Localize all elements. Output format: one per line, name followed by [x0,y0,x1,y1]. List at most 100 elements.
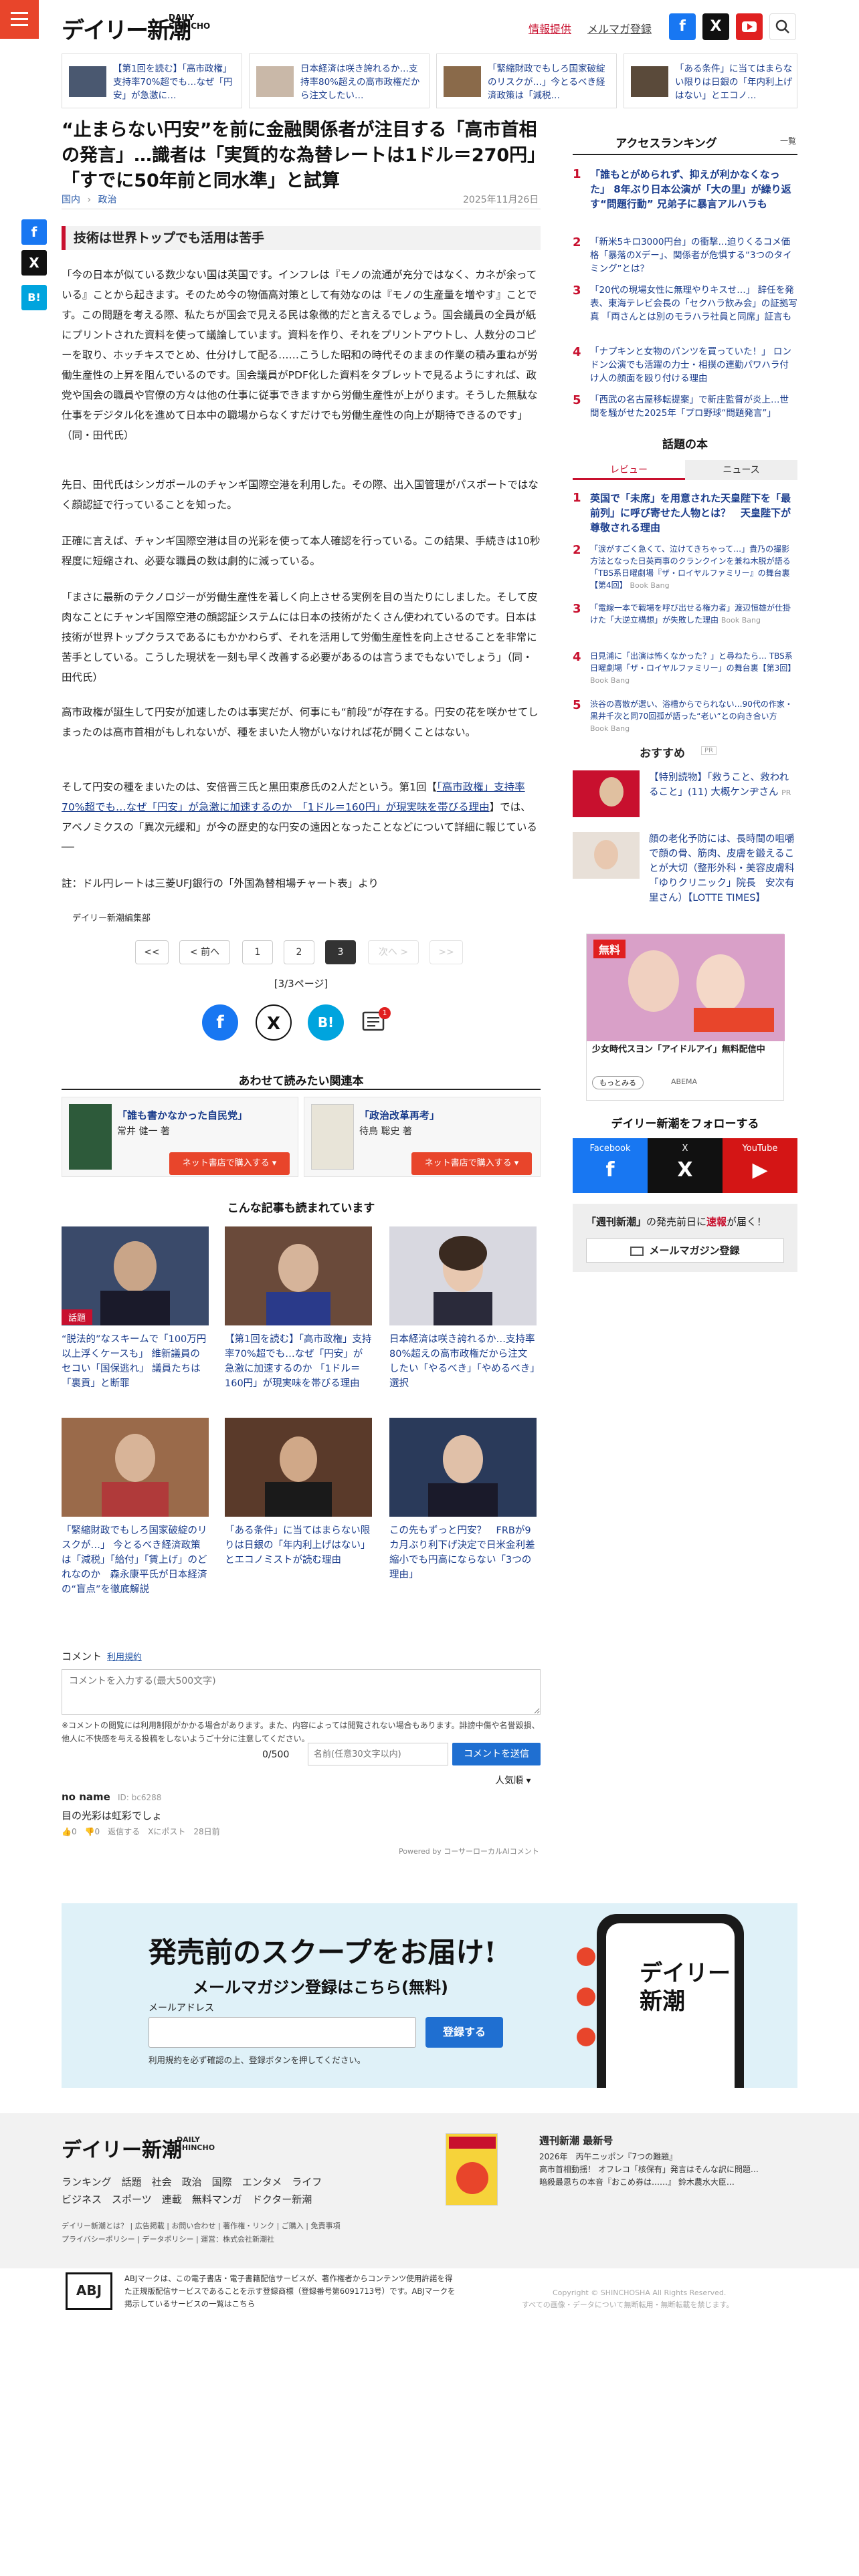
follow-youtube-button[interactable]: YouTube ▶ [723,1138,797,1193]
footer-nav-row-1[interactable]: ランキング 話題 社会 政治 国際 エンタメ ライフ [62,2175,322,2189]
book-author: 待鳥 聡史 著 [359,1126,412,1137]
comment-label: コメント [62,1650,102,1662]
card-image [389,1418,537,1517]
top-related-text: 「緊縮財政でもしろ国家破綻のリスクが…」今とるべき経済政策は「減税… [488,64,605,101]
share-facebook-icon[interactable]: f [21,219,47,245]
card-image [62,1418,209,1517]
site-footer: デイリー新潮 DAILY SHINCHO ランキング 話題 社会 政治 国際 エン… [0,2113,859,2268]
comment-user-name: no name [62,1791,110,1803]
comment-user-id: ID: bc6288 [118,1793,162,1802]
footer-links[interactable]: プライバシーポリシー | データポリシー | 運営：株式会社新潮社 [62,2234,274,2244]
pager-page-1[interactable]: 1 [242,940,273,964]
comment-char-counter: 0/500 [262,1749,290,1760]
comment-note: ※コメントの閲覧には利用制限がかかる場合があります。また、内容によっては閲覧され… [62,1721,540,1743]
mail-promo: 「週刊新潮」の発売前日に速報が届く！ メールマガジン登録 [573,1204,797,1272]
x-icon[interactable]: X [702,13,729,40]
ranking-heading: アクセスランキング [615,137,717,150]
comment-rules-link[interactable]: 利用規約 [107,1650,142,1662]
book-cover [69,1104,112,1170]
breadcrumb-home[interactable]: 国内 [62,195,80,205]
comment-sort-select[interactable]: 人気順 ▾ [495,1774,531,1787]
share-x-icon[interactable]: X [256,1004,292,1041]
tab-review[interactable]: レビュー [573,460,685,480]
facebook-icon: f [605,1158,615,1182]
info-link[interactable]: 情報提供 [529,20,571,36]
footer-logo[interactable]: デイリー新潮 DAILY SHINCHO [62,2133,215,2163]
x-icon: X [677,1158,693,1182]
share-hatena-icon[interactable]: B! [308,1004,344,1041]
recommend-image [573,832,640,879]
top-related-item[interactable]: 日本経済は咲き誇れるか…支持率80%超えの高市政権だから注文したい… [249,53,430,108]
divider [62,1089,541,1090]
top-related-item[interactable]: 「緊縮財政でもしろ国家破綻のリスクが…」今とるべき経済政策は「減税… [436,53,617,108]
top-related-item[interactable]: 「ある条件」に当てはまらない限りは日銀の「年内利上げはない」とエコノ… [624,53,797,108]
pager-prev[interactable]: < 前へ [179,940,230,964]
newsletter-subheadline: メールマガジン登録はこちら(無料) [193,1978,448,1997]
article-paragraph: 正確に言えば、チャンギ国際空港は目の光彩を使って本人確認を行っている。この結果、… [62,535,541,567]
magazine-item[interactable]: 高市首相動揺！ オフレコ「核保有」発言はそんな訳に問題… [539,2163,793,2176]
comment-name-input[interactable] [308,1743,448,1765]
comment-actions[interactable]: 👍0 👎0 返信する Xにポスト 28日前 [62,1826,396,1837]
card-title: “脱法的”なスキームで「100万円以上浮くケースも」 維新議員のセコい「国保逃れ… [62,1334,207,1389]
book-item[interactable]: 「政治改革再考」 待鳥 聡史 著 ネット書店で購入する ▾ [304,1097,541,1177]
recommend-item[interactable]: 顔の老化予防には、長時間の咀嚼で顔の骨、筋肉、皮膚を鍛えることが大切（整形外科・… [573,832,797,926]
newsletter-submit-button[interactable]: 登録する [425,2017,503,2048]
book-cover [311,1104,354,1170]
newsletter-headline: 発売前のスクープをお届け! [149,1936,496,1969]
magazine-cover[interactable] [446,2133,498,2206]
ad-title: 少女時代スヨン「アイドルアイ」無料配信中 [592,1045,765,1055]
card-title: 日本経済は咲き誇れるか…支持率80%超えの高市政権だから注文したい「やるべき」「… [389,1334,535,1389]
footer-links[interactable]: デイリー新潮とは？ | 広告掲載 | お問い合わせ | 著作権・リンク | ご購… [62,2220,341,2231]
card-image [389,1226,537,1325]
footer-nav-row-2[interactable]: ビジネス スポーツ 連載 無料マンガ ドクター新潮 [62,2192,312,2206]
copyright-note: すべての画像・データについて無断転用・無断転載を禁じます。 [522,2300,734,2309]
recommend-item[interactable]: 【特別読物】「救うこと、救われること」(11) 大概ケンヂさん PR [573,770,797,821]
share-hatena-icon[interactable]: B! [21,285,47,310]
facebook-icon[interactable]: f [669,13,696,40]
article-paragraph: 「まさに最新のテクノロジーが労働生産性を著しく向上させる実例を目の当たりにしまし… [62,591,538,683]
editorial-credit: デイリー新潮編集部 [72,914,151,924]
divider [573,154,797,155]
breadcrumb-category[interactable]: 政治 [98,195,117,205]
pager-page-2[interactable]: 2 [284,940,314,964]
book-item[interactable]: 「誰も書かなかった自民党」 常井 健一 著 ネット書店で購入する ▾ [62,1097,298,1177]
article-paragraph: 先日、田代氏はシンガポールのチャンギ国際空港を利用した。その際、出入国管理がパス… [62,479,539,511]
tab-news[interactable]: ニュース [685,460,797,480]
recommend-image [573,770,640,817]
newsletter-email-input[interactable] [149,2017,416,2048]
thumbnail [444,66,481,97]
magazine-item[interactable]: 2026年 丙午ニッポン『7つの難題』 [539,2151,793,2163]
pager-first[interactable]: << [135,940,169,964]
ranking-more-link[interactable]: 一覧 [780,135,796,146]
site-logo[interactable]: デイリー新潮 DAILY SHINCHO [62,12,215,45]
thumbnail [631,66,668,97]
mail-promo-text: 「週刊新潮」の発売前日に速報が届く！ [586,1216,767,1228]
follow-x-button[interactable]: XX [648,1138,723,1193]
abj-notice: ABJマークは、この電子書店・電子書籍配信サービスが、著作権者からコンテンツ使用… [124,2274,456,2309]
ad-more-button[interactable]: もっとみる [592,1076,644,1089]
share-x-icon[interactable]: X [21,250,47,276]
search-icon[interactable] [769,13,796,40]
comment-body: 目の光彩は虹彩でしょ [62,1810,163,1822]
card-title: この先もずっと円安？ FRBが9カ月ぶり利下げ決定で日米金利差縮小でも円高になら… [389,1525,535,1580]
mail-signup-button[interactable]: メールマガジン登録 [586,1239,784,1263]
article-paragraph: そして円安の種をまいたのは、安倍晋三氏と黒田東彦氏の2人だという。第1回【「高市… [62,781,537,853]
follow-facebook-button[interactable]: Facebook f [573,1138,648,1193]
comment-icon[interactable]: 1 [361,1007,391,1038]
pager-page-3-current: 3 [325,940,356,964]
card-image [225,1226,372,1325]
youtube-icon[interactable] [736,13,763,40]
comment-input[interactable] [62,1669,541,1715]
books-heading: あわせて読みたい関連本 [238,1075,364,1088]
top-related-item[interactable]: 【第1回を読む】「高市政権」支持率70%超でも…なぜ「円安」が急激に… [62,53,242,108]
magazine-item[interactable]: 暗殺最恩ちの本音『おこめ券は……』 鈴木農水大臣… [539,2176,793,2189]
share-facebook-icon[interactable]: f [202,1004,238,1041]
newsletter-link[interactable]: メルマガ登録 [587,20,652,36]
menu-button[interactable] [0,0,39,39]
thumbnail [256,66,294,97]
buy-button[interactable]: ネット書店で購入する ▾ [169,1152,290,1175]
buy-button[interactable]: ネット書店で購入する ▾ [411,1152,532,1175]
comment-send-button[interactable]: コメントを送信 [452,1743,541,1765]
ad-banner[interactable]: 無料 少女時代スヨン「アイドルアイ」無料配信中 もっとみる ABEMA [586,934,785,1101]
mail-icon [630,1246,644,1256]
